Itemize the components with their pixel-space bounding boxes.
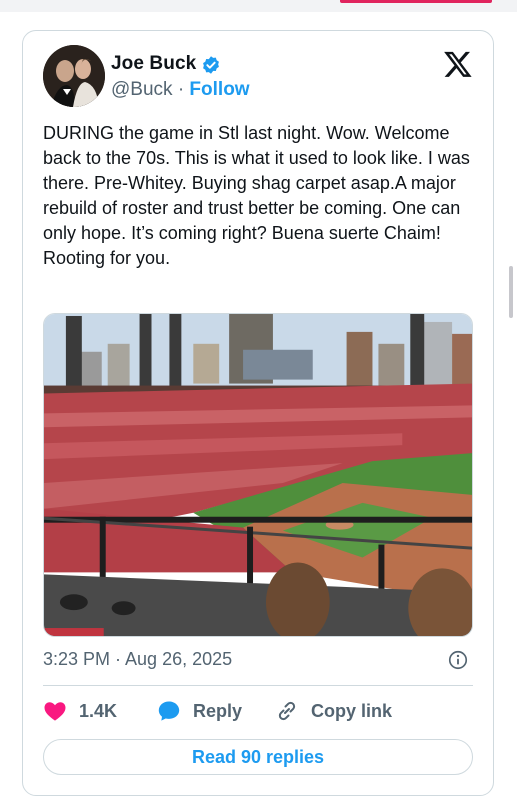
author-name[interactable]: Joe Buck <box>111 53 196 75</box>
tweet-card: Joe Buck @Buck · Follow DURING the game … <box>22 30 494 796</box>
info-icon[interactable] <box>447 649 469 671</box>
link-icon <box>278 701 296 721</box>
verified-badge-icon <box>203 56 219 74</box>
reply-label: Reply <box>193 700 243 721</box>
like-button[interactable]: 1.4K <box>43 699 117 723</box>
read-replies-button[interactable]: Read 90 replies <box>43 739 473 775</box>
reply-button[interactable]: Reply <box>157 699 242 723</box>
author-handle[interactable]: @Buck <box>111 79 173 100</box>
avatar[interactable] <box>43 45 105 107</box>
handle-row: @Buck · Follow <box>111 79 250 101</box>
divider <box>43 685 473 686</box>
x-logo-icon[interactable] <box>443 49 473 79</box>
scrollbar[interactable] <box>509 266 513 318</box>
action-bar: 1.4K Reply Copy link <box>43 699 483 727</box>
tweet-text: DURING the game in Stl last night. Wow. … <box>43 123 470 268</box>
tweet-timestamp[interactable]: 3:23 PM · Aug 26, 2025 <box>43 649 232 670</box>
follow-button[interactable]: Follow <box>189 79 249 100</box>
copy-link-label: Copy link <box>311 700 393 721</box>
stadium-photo <box>44 314 472 636</box>
heart-icon <box>44 702 66 721</box>
avatar-image <box>43 45 105 107</box>
tweet-photo[interactable] <box>43 313 473 637</box>
top-accent-bar <box>340 0 492 3</box>
handle-separator: · <box>177 79 185 100</box>
reply-bubble-icon <box>158 701 180 721</box>
like-count: 1.4K <box>79 700 118 721</box>
copy-link-button[interactable]: Copy link <box>275 699 392 723</box>
